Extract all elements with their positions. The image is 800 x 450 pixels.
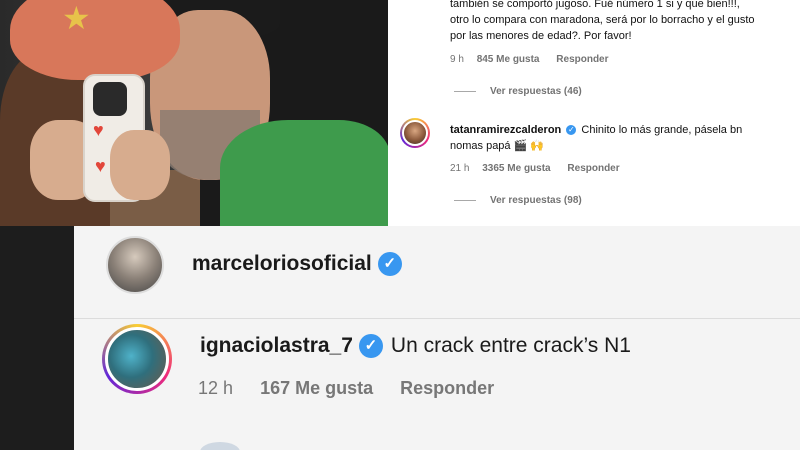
view-replies-button[interactable]: Ver respuestas (46) [454,86,582,97]
comment-username[interactable]: ignaciolastra_7 [200,334,353,357]
comment-text-line: tatanramirezcalderon ✓ Chinito lo más gr… [450,122,742,138]
comment-text-line: otro lo compara con maradona, será por l… [450,14,755,26]
comment-text-line: también se comportó jugoso. Fué número 1… [450,0,740,10]
reply-button[interactable]: Responder [400,378,494,398]
view-replies-button[interactable]: Ver respuestas (98) [454,195,582,206]
zoomed-comments-section: marceloriosoficial ✓ ignaciolastra_7 ✓ Un c… [0,226,800,450]
post-photo: ★ ♥ ♥ ♥ ♥ [0,0,388,226]
comment-text: Un crack entre crack’s N1 [390,334,631,357]
top-comments-section: también se comportó jugoso. Fué número 1… [388,0,800,226]
avatar[interactable] [102,324,172,394]
star-icon: ★ [62,0,91,36]
camera-icon [93,82,127,116]
avatar[interactable] [400,118,430,148]
like-count-button[interactable]: 3365 Me gusta [482,163,550,174]
comment-meta: 9 h 845 Me gusta Responder [450,54,609,65]
like-count-button[interactable]: 167 Me gusta [260,378,373,398]
comment-time: 21 h [450,163,470,174]
comment-row: ignaciolastra_7 ✓ Un crack entre crack’s N… [200,334,631,359]
comment-text: Chinito lo más grande, pásela bn [581,124,743,136]
comment-username[interactable]: marceloriosoficial [192,252,372,275]
divider [74,318,800,319]
verified-badge-icon: ✓ [566,125,577,136]
reply-button[interactable]: Responder [556,54,608,65]
verified-badge-icon: ✓ [358,334,383,359]
comment-row: marceloriosoficial ✓ [192,252,402,277]
comment-time: 9 h [450,54,464,65]
avatar[interactable] [106,236,164,294]
comment-text-line: por las menores de edad?. Por favor! [450,30,632,42]
comment-username[interactable]: tatanramirezcalderon [450,124,561,136]
cap [10,0,180,80]
reply-button[interactable]: Responder [567,163,619,174]
comment-time: 12 h [198,378,234,398]
like-count-button[interactable]: 845 Me gusta [477,54,540,65]
comment-meta: 21 h 3365 Me gusta Responder [450,163,620,174]
comment-text-line: nomas papá 🎬 🙌 [450,140,545,152]
comment-meta: 12 h 167 Me gusta Responder [198,378,494,399]
verified-badge-icon: ✓ [377,252,402,277]
